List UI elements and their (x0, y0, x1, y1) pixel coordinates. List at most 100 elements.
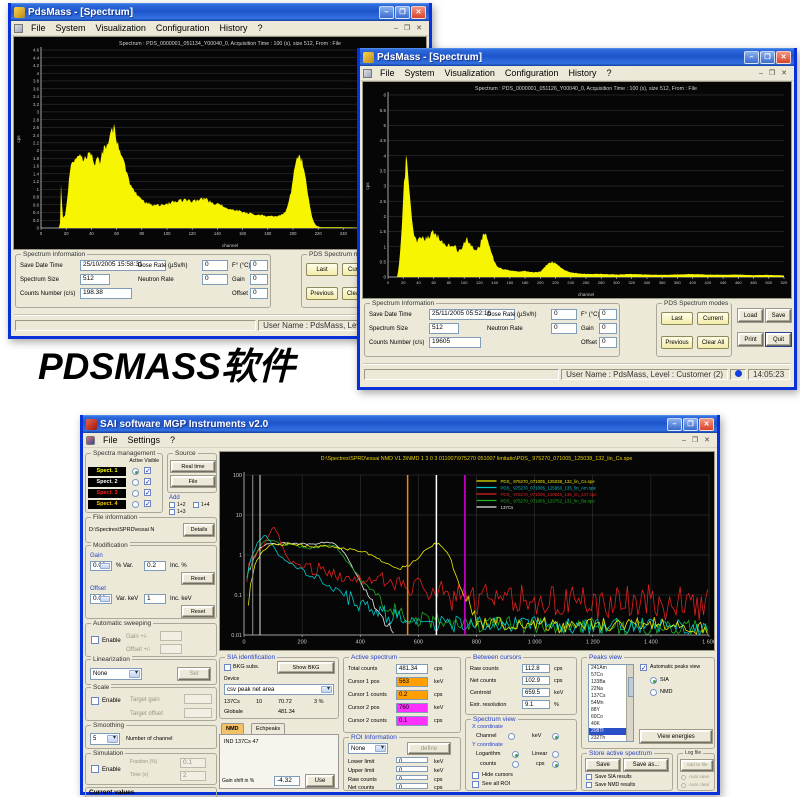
field-value[interactable]: 481.34 (396, 664, 428, 674)
file-button[interactable]: File (171, 476, 215, 487)
use-button[interactable]: Use (306, 775, 334, 787)
field-value[interactable]: 0 (396, 766, 428, 772)
channel-radio[interactable] (508, 733, 515, 740)
mdi-window-controls[interactable]: – ❐ ✕ (682, 436, 714, 444)
visible-checkbox[interactable]: ✓ (144, 478, 151, 485)
dose-rate-field[interactable]: 0 (202, 260, 228, 271)
scrollbar[interactable] (626, 665, 633, 741)
offset-inc-field[interactable]: 1 (144, 594, 166, 604)
minimize-button[interactable]: – (667, 418, 682, 431)
offset-spinner[interactable]: 0.00 (90, 594, 112, 604)
mdi-window-controls[interactable]: – ❐ ✕ (759, 69, 791, 77)
offset-reset-button[interactable]: Reset (182, 606, 214, 617)
neutron-rate-field[interactable]: 0 (551, 323, 577, 334)
save-nmd-checkbox[interactable] (586, 782, 592, 788)
field-value[interactable]: 563 (396, 677, 428, 687)
visible-checkbox[interactable]: ✓ (144, 467, 151, 474)
load-button[interactable]: Load (738, 309, 763, 322)
menu-file[interactable]: File (98, 435, 123, 445)
counts-number-field[interactable]: 19605 (429, 337, 481, 348)
gain-field[interactable]: 0 (250, 274, 268, 285)
field-value[interactable]: 0.1 (396, 716, 428, 726)
print-button[interactable]: Print (738, 333, 763, 346)
temperature-field[interactable]: 0 (599, 309, 617, 320)
menu-[interactable]: ? (165, 435, 180, 445)
restore-button[interactable]: ❐ (683, 418, 698, 431)
menu-[interactable]: ? (601, 68, 616, 78)
hide-cursors-checkbox[interactable] (472, 772, 479, 779)
last-button[interactable]: Last (661, 312, 693, 325)
menu-visualization[interactable]: Visualization (91, 23, 151, 33)
visible-checkbox[interactable]: ✓ (144, 489, 151, 496)
field-value[interactable]: 0 (396, 783, 428, 789)
menu-configuration[interactable]: Configuration (151, 23, 215, 33)
add-1-4-checkbox[interactable] (193, 502, 199, 508)
field-value[interactable]: 9.1 (522, 700, 550, 709)
field-value[interactable]: 0.2 (396, 690, 428, 700)
active-radio[interactable] (132, 490, 139, 497)
visible-checkbox[interactable]: ✓ (144, 500, 151, 507)
mdi-window-controls[interactable]: – ❐ ✕ (394, 24, 426, 32)
minimize-button[interactable]: – (744, 51, 759, 64)
field-value[interactable]: 112.8 (522, 664, 550, 673)
menu-settings[interactable]: Settings (123, 435, 166, 445)
quit-button[interactable]: Quit (766, 333, 791, 346)
smoothing-dropdown[interactable]: 5 (90, 733, 120, 745)
peaks-listbox[interactable]: 241Am57Co133Ba22Na137Cs54Mn88Y60Co40K208… (588, 664, 634, 742)
menu-system[interactable]: System (400, 68, 440, 78)
nmd-radio[interactable] (650, 689, 657, 696)
show-bkg-button[interactable]: Show BKG (278, 662, 334, 673)
active-radio[interactable] (132, 501, 139, 508)
gain-spinner[interactable]: 0.00 (90, 561, 112, 571)
dose-rate-field[interactable]: 0 (551, 309, 577, 320)
close-button[interactable]: ✕ (411, 6, 426, 19)
linearization-dropdown[interactable]: None (90, 668, 142, 680)
device-dropdown[interactable]: csv peak net area (224, 684, 334, 695)
previous-button[interactable]: Previous (661, 336, 693, 349)
minimize-button[interactable]: – (379, 6, 394, 19)
restore-button[interactable]: ❐ (760, 51, 775, 64)
menu-configuration[interactable]: Configuration (500, 68, 564, 78)
sweeping-enable-checkbox[interactable] (91, 636, 99, 644)
spectrum-size-field[interactable]: 512 (429, 323, 459, 334)
save-sia-checkbox[interactable] (586, 774, 592, 780)
titlebar[interactable]: PdsMass - [Spectrum] – ❐ ✕ (360, 48, 794, 66)
real-time-button[interactable]: Real time (171, 461, 215, 472)
menu-file[interactable]: File (375, 68, 400, 78)
menu-system[interactable]: System (51, 23, 91, 33)
save-button[interactable]: Save (586, 759, 620, 771)
menu-[interactable]: ? (252, 23, 267, 33)
logarithm-radio[interactable] (512, 751, 519, 758)
gain-inc-field[interactable]: 0.2 (144, 561, 166, 571)
add-1-3-checkbox[interactable] (169, 509, 175, 515)
gain-field[interactable]: 0 (599, 323, 617, 334)
offset-field[interactable]: 0 (599, 337, 617, 348)
neutron-rate-field[interactable]: 0 (202, 274, 228, 285)
clear-all-button[interactable]: Clear All (697, 336, 729, 349)
field-value[interactable]: 0 (396, 757, 428, 763)
automatic-peaks-checkbox[interactable]: ✓ (640, 664, 647, 671)
add-1-2-checkbox[interactable] (169, 502, 175, 508)
field-value[interactable]: 0 (396, 775, 428, 781)
kev-radio[interactable] (552, 733, 559, 740)
gain-shift-field[interactable]: -4.32 (274, 776, 300, 786)
field-value[interactable]: 659.5 (522, 688, 550, 697)
scale-enable-checkbox[interactable] (91, 697, 99, 705)
counts-radio[interactable] (512, 761, 519, 768)
titlebar[interactable]: SAI software MGP Instruments v2.0 – ❐ ✕ (83, 415, 717, 433)
details-button[interactable]: Details (184, 524, 214, 536)
restore-button[interactable]: ❐ (395, 6, 410, 19)
last-button[interactable]: Last (306, 263, 338, 276)
temperature-field[interactable]: 0 (250, 260, 268, 271)
gain-reset-button[interactable]: Reset (182, 573, 214, 584)
linear-radio[interactable] (552, 751, 559, 758)
current-button[interactable]: Current (697, 312, 729, 325)
tab-nmd[interactable]: NMD (221, 723, 244, 734)
menu-file[interactable]: File (26, 23, 51, 33)
view-energies-button[interactable]: View energies (640, 730, 712, 743)
spectrum-size-field[interactable]: 512 (80, 274, 110, 285)
counts-number-field[interactable]: 198.38 (80, 288, 132, 299)
see-all-roi-checkbox[interactable] (472, 781, 479, 788)
field-value[interactable]: 760 (396, 703, 428, 713)
simulation-enable-checkbox[interactable] (91, 765, 99, 773)
